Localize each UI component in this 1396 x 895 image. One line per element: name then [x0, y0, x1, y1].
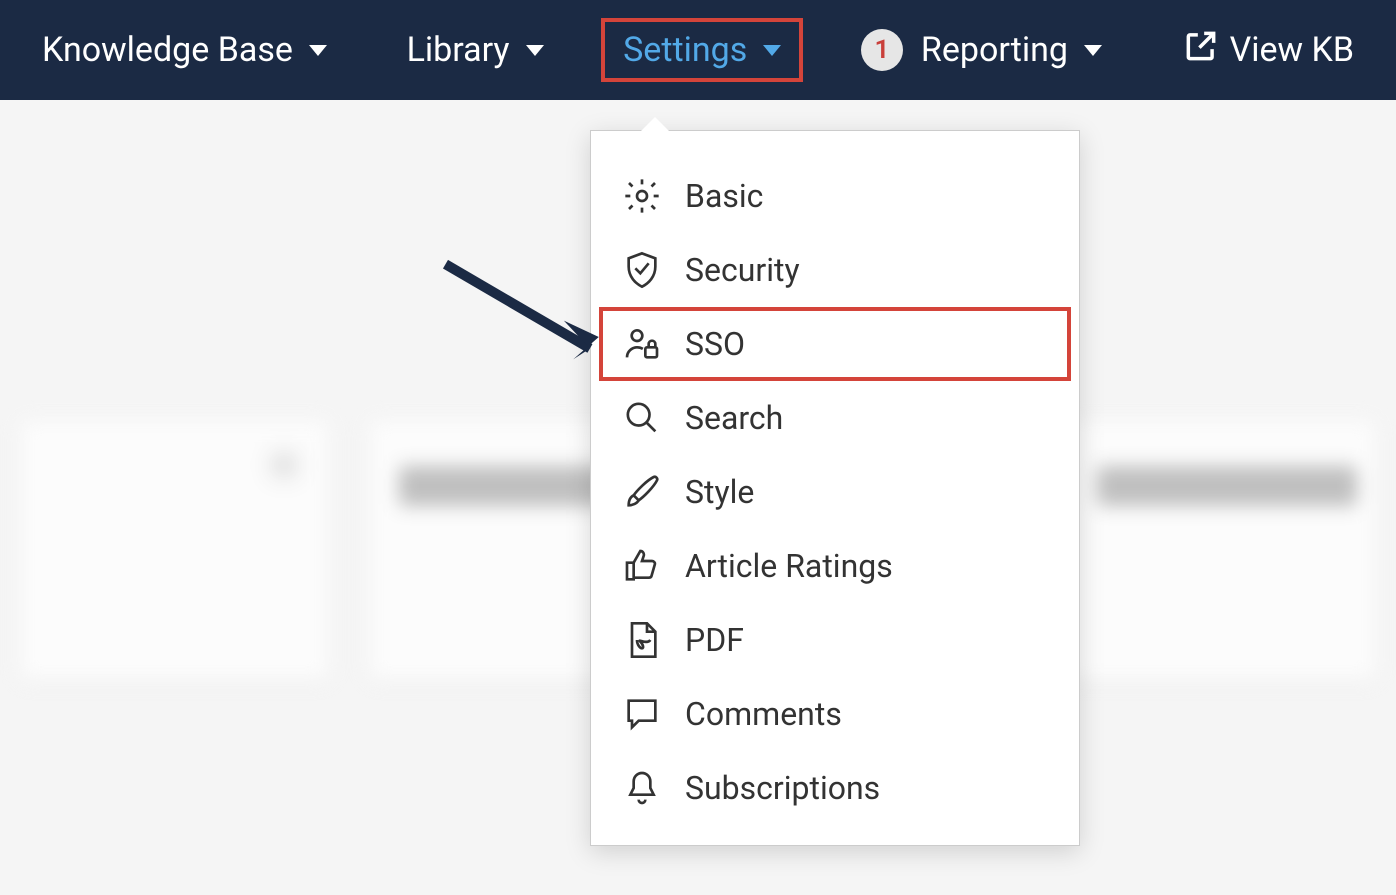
- nav-label: Reporting: [921, 30, 1068, 70]
- brush-icon: [621, 471, 663, 513]
- menu-label: Security: [685, 251, 800, 289]
- menu-item-search[interactable]: Search: [591, 381, 1079, 455]
- external-link-icon: [1182, 27, 1220, 74]
- annotation-arrow: [428, 254, 625, 381]
- nav-label: Knowledge Base: [42, 30, 293, 70]
- menu-label: Subscriptions: [685, 769, 880, 807]
- chevron-down-icon: [309, 45, 327, 56]
- shield-icon: [621, 249, 663, 291]
- nav-label: View KB: [1230, 30, 1354, 70]
- menu-item-sso[interactable]: SSO: [599, 307, 1071, 381]
- menu-item-style[interactable]: Style: [591, 455, 1079, 529]
- chevron-down-icon: [526, 45, 544, 56]
- chevron-down-icon: [763, 45, 781, 56]
- bell-icon: [621, 767, 663, 809]
- nav-library[interactable]: Library: [385, 18, 566, 82]
- nav-settings[interactable]: Settings: [601, 18, 803, 82]
- notification-badge: 1: [861, 29, 903, 71]
- chevron-down-icon: [1084, 45, 1102, 56]
- menu-item-comments[interactable]: Comments: [591, 677, 1079, 751]
- menu-item-security[interactable]: Security: [591, 233, 1079, 307]
- menu-item-subscriptions[interactable]: Subscriptions: [591, 751, 1079, 825]
- menu-item-basic[interactable]: Basic: [591, 159, 1079, 233]
- menu-label: SSO: [685, 325, 745, 363]
- gear-icon: [621, 175, 663, 217]
- top-navbar: Knowledge Base Library Settings 1 Report…: [0, 0, 1396, 100]
- dropdown-scroll[interactable]: Basic Security SSO Search Style: [591, 159, 1079, 825]
- nav-reporting[interactable]: 1 Reporting: [839, 17, 1124, 83]
- menu-item-article-ratings[interactable]: Article Ratings: [591, 529, 1079, 603]
- nav-label: Library: [407, 30, 510, 70]
- menu-item-pdf[interactable]: PDF: [591, 603, 1079, 677]
- menu-label: Article Ratings: [685, 547, 893, 585]
- menu-label: PDF: [685, 621, 744, 659]
- magnifier-icon: [621, 397, 663, 439]
- gear-icon: [263, 444, 305, 486]
- menu-label: Basic: [685, 177, 763, 215]
- menu-label: Search: [685, 399, 783, 437]
- user-lock-icon: [621, 323, 663, 365]
- nav-label: Settings: [623, 30, 747, 70]
- comment-icon: [621, 693, 663, 735]
- nav-view-kb[interactable]: View KB: [1160, 15, 1376, 86]
- file-pdf-icon: [621, 619, 663, 661]
- menu-label: Comments: [685, 695, 842, 733]
- settings-dropdown: Basic Security SSO Search Style: [590, 130, 1080, 846]
- nav-knowledge-base[interactable]: Knowledge Base: [20, 18, 349, 82]
- menu-label: Style: [685, 473, 754, 511]
- thumbs-up-icon: [621, 545, 663, 587]
